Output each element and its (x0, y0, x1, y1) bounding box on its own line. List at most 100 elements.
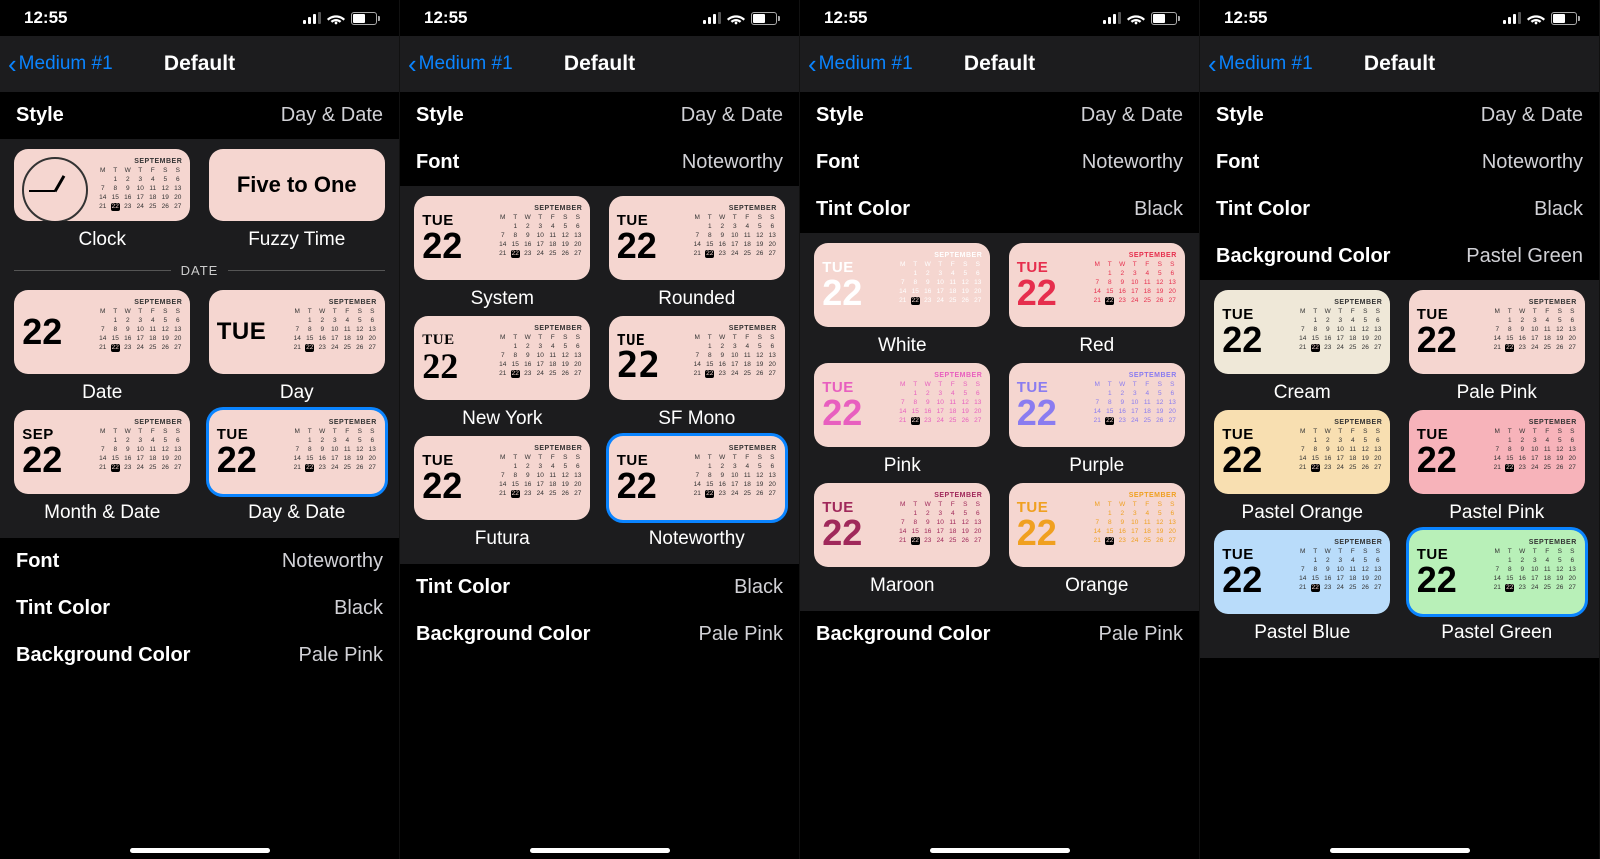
font-system[interactable]: TUE22SEPTEMBERMTWTFSS1234567891011121314… (410, 196, 595, 310)
tint-maroon[interactable]: TUE22SEPTEMBERMTWTFSS1234567891011121314… (810, 483, 995, 597)
caption: Clock (78, 229, 126, 251)
caption: Day & Date (248, 502, 345, 524)
bg-pgreen[interactable]: TUE22SEPTEMBERMTWTFSS1234567891011121314… (1405, 530, 1590, 644)
font-noteworthy[interactable]: TUE22SEPTEMBERMTWTFSS1234567891011121314… (605, 436, 790, 550)
widget-clock: SEPTEMBERMTWTFSS123456789101112131415161… (14, 149, 190, 221)
row-style[interactable]: StyleDay & Date (800, 92, 1199, 139)
cellular-icon (1103, 12, 1121, 24)
chevron-left-icon: ‹ (8, 51, 17, 77)
bg-grid: TUE22SEPTEMBERMTWTFSS1234567891011121314… (1200, 280, 1599, 658)
row-font[interactable]: FontNoteworthy (400, 139, 799, 186)
back-button[interactable]: ‹Medium #1 (1208, 51, 1313, 77)
back-button[interactable]: ‹Medium #1 (408, 51, 513, 77)
row-font[interactable]: FontNoteworthy (1200, 139, 1599, 186)
row-label: Style (16, 104, 64, 127)
home-indicator[interactable] (130, 848, 270, 853)
row-font[interactable]: FontNoteworthy (800, 139, 1199, 186)
back-button[interactable]: ‹Medium #1 (808, 51, 913, 77)
home-indicator[interactable] (530, 848, 670, 853)
status-time: 12:55 (1224, 8, 1267, 28)
row-style[interactable]: Style Day & Date (0, 92, 399, 139)
scroll-area[interactable]: StyleDay & Date FontNoteworthy Tint Colo… (800, 92, 1199, 859)
caption: Pastel Orange (1242, 502, 1363, 524)
scroll-area[interactable]: Style Day & Date SEPTEMBERMTWTFSS12345678… (0, 92, 399, 859)
back-label: Medium #1 (19, 53, 113, 75)
status-bar: 12:55 (1200, 0, 1599, 36)
scroll-area[interactable]: StyleDay & Date FontNoteworthy TUE22SEPT… (400, 92, 799, 859)
row-tint[interactable]: Tint ColorBlack (400, 564, 799, 611)
row-bg[interactable]: Background ColorPastel Green (1200, 233, 1599, 280)
caption: Day (280, 382, 314, 404)
wifi-icon (1527, 12, 1545, 25)
bg-cream[interactable]: TUE22SEPTEMBERMTWTFSS1234567891011121314… (1210, 290, 1395, 404)
section-divider: DATE (10, 257, 389, 284)
cellular-icon (703, 12, 721, 24)
row-style[interactable]: StyleDay & Date (1200, 92, 1599, 139)
caption: Futura (475, 528, 530, 550)
battery-icon (1151, 12, 1177, 25)
caption: Rounded (658, 288, 735, 310)
style-fuzzy[interactable]: Five to One Fuzzy Time (205, 149, 390, 251)
screen-tint: 12:55 ‹Medium #1Default StyleDay & Date … (800, 0, 1200, 859)
widget-day: TUESEPTEMBERMTWTFSS123456789101112131415… (209, 290, 385, 374)
status-bar: 12:55 (400, 0, 799, 36)
bg-porange[interactable]: TUE22SEPTEMBERMTWTFSS1234567891011121314… (1210, 410, 1395, 524)
nav-bar: ‹Medium #1Default (1200, 36, 1599, 92)
bg-palepink[interactable]: TUE22SEPTEMBERMTWTFSS1234567891011121314… (1405, 290, 1590, 404)
widget-date: 22SEPTEMBERMTWTFSS1234567891011121314151… (14, 290, 190, 374)
mini-calendar: SEPTEMBERMTWTFSS123456789101112131415161… (92, 155, 182, 215)
caption: Noteworthy (649, 528, 745, 550)
screen-bg: 12:55 ‹Medium #1Default StyleDay & Date … (1200, 0, 1600, 859)
widget-daydate: TUE22SEPTEMBERMTWTFSS1234567891011121314… (209, 410, 385, 494)
status-indicators (303, 12, 377, 25)
caption: Pastel Green (1441, 622, 1552, 644)
style-clock[interactable]: SEPTEMBERMTWTFSS123456789101112131415161… (10, 149, 195, 251)
row-tint[interactable]: Tint ColorBlack (0, 585, 399, 632)
row-tint[interactable]: Tint ColorBlack (800, 186, 1199, 233)
status-bar: 12:55 (0, 0, 399, 36)
caption: Cream (1274, 382, 1331, 404)
caption: System (471, 288, 534, 310)
chevron-left-icon: ‹ (808, 51, 817, 77)
font-rounded[interactable]: TUE22SEPTEMBERMTWTFSS1234567891011121314… (605, 196, 790, 310)
battery-icon (1551, 12, 1577, 25)
row-font[interactable]: FontNoteworthy (0, 538, 399, 585)
caption: Month & Date (44, 502, 160, 524)
tint-grid: TUE22SEPTEMBERMTWTFSS1234567891011121314… (800, 233, 1199, 611)
style-monthdate[interactable]: SEP22SEPTEMBERMTWTFSS1234567891011121314… (10, 410, 195, 524)
wifi-icon (727, 12, 745, 25)
caption: Purple (1069, 455, 1124, 477)
bg-ppink[interactable]: TUE22SEPTEMBERMTWTFSS1234567891011121314… (1405, 410, 1590, 524)
font-grid: TUE22SEPTEMBERMTWTFSS1234567891011121314… (400, 186, 799, 564)
caption: Orange (1065, 575, 1128, 597)
tint-pink[interactable]: TUE22SEPTEMBERMTWTFSS1234567891011121314… (810, 363, 995, 477)
font-futura[interactable]: TUE22SEPTEMBERMTWTFSS1234567891011121314… (410, 436, 595, 550)
bg-pblue[interactable]: TUE22SEPTEMBERMTWTFSS1234567891011121314… (1210, 530, 1395, 644)
row-bg[interactable]: Background ColorPale Pink (0, 632, 399, 679)
style-date[interactable]: 22SEPTEMBERMTWTFSS1234567891011121314151… (10, 290, 195, 404)
status-time: 12:55 (24, 8, 67, 28)
caption: SF Mono (658, 408, 735, 430)
home-indicator[interactable] (930, 848, 1070, 853)
scroll-area[interactable]: StyleDay & Date FontNoteworthy Tint Colo… (1200, 92, 1599, 859)
style-day[interactable]: TUESEPTEMBERMTWTFSS123456789101112131415… (205, 290, 390, 404)
style-daydate[interactable]: TUE22SEPTEMBERMTWTFSS1234567891011121314… (205, 410, 390, 524)
status-time: 12:55 (424, 8, 467, 28)
tint-white[interactable]: TUE22SEPTEMBERMTWTFSS1234567891011121314… (810, 243, 995, 357)
font-newyork[interactable]: TUE22SEPTEMBERMTWTFSS1234567891011121314… (410, 316, 595, 430)
tint-orange[interactable]: TUE22SEPTEMBERMTWTFSS1234567891011121314… (1005, 483, 1190, 597)
caption: New York (462, 408, 542, 430)
row-tint[interactable]: Tint ColorBlack (1200, 186, 1599, 233)
tint-red[interactable]: TUE22SEPTEMBERMTWTFSS1234567891011121314… (1005, 243, 1190, 357)
font-sfmono[interactable]: TUE22SEPTEMBERMTWTFSS1234567891011121314… (605, 316, 790, 430)
tint-purple[interactable]: TUE22SEPTEMBERMTWTFSS1234567891011121314… (1005, 363, 1190, 477)
home-indicator[interactable] (1330, 848, 1470, 853)
caption: Date (82, 382, 122, 404)
clock-icon (22, 157, 88, 221)
row-value: Day & Date (281, 104, 383, 127)
row-style[interactable]: StyleDay & Date (400, 92, 799, 139)
fuzzy-text: Five to One (217, 155, 377, 215)
back-button[interactable]: ‹Medium #1 (8, 51, 113, 77)
row-bg[interactable]: Background ColorPale Pink (800, 611, 1199, 658)
row-bg[interactable]: Background ColorPale Pink (400, 611, 799, 658)
